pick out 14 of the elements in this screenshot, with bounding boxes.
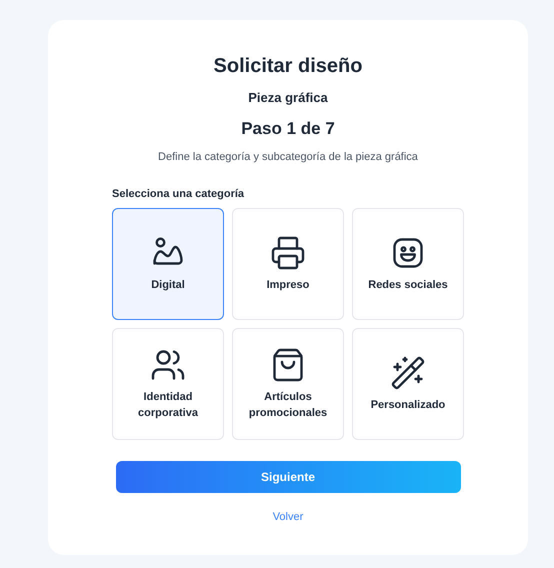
category-tile[interactable]: Personalizado xyxy=(352,328,464,440)
subtitle: Pieza gráfica xyxy=(248,89,328,107)
page-title: Solicitar diseño xyxy=(214,54,362,78)
printer-icon xyxy=(270,235,306,271)
category-tile[interactable]: Identidad corporativa xyxy=(112,328,224,440)
category-tile[interactable]: Digital xyxy=(112,208,224,320)
category-tile[interactable]: Artículos promocionales xyxy=(232,328,344,440)
step-indicator: Paso 1 de 7 xyxy=(241,118,335,140)
back-link[interactable]: Volver xyxy=(272,509,304,526)
category-tile[interactable]: Redes sociales xyxy=(352,208,464,320)
magic-wand-icon xyxy=(390,355,426,391)
description: Define la categoría y subcategoría de la pieza gráfica xyxy=(158,150,418,165)
section-label: Selecciona una categoría xyxy=(112,186,246,202)
category-tile[interactable]: Impreso xyxy=(232,208,344,320)
